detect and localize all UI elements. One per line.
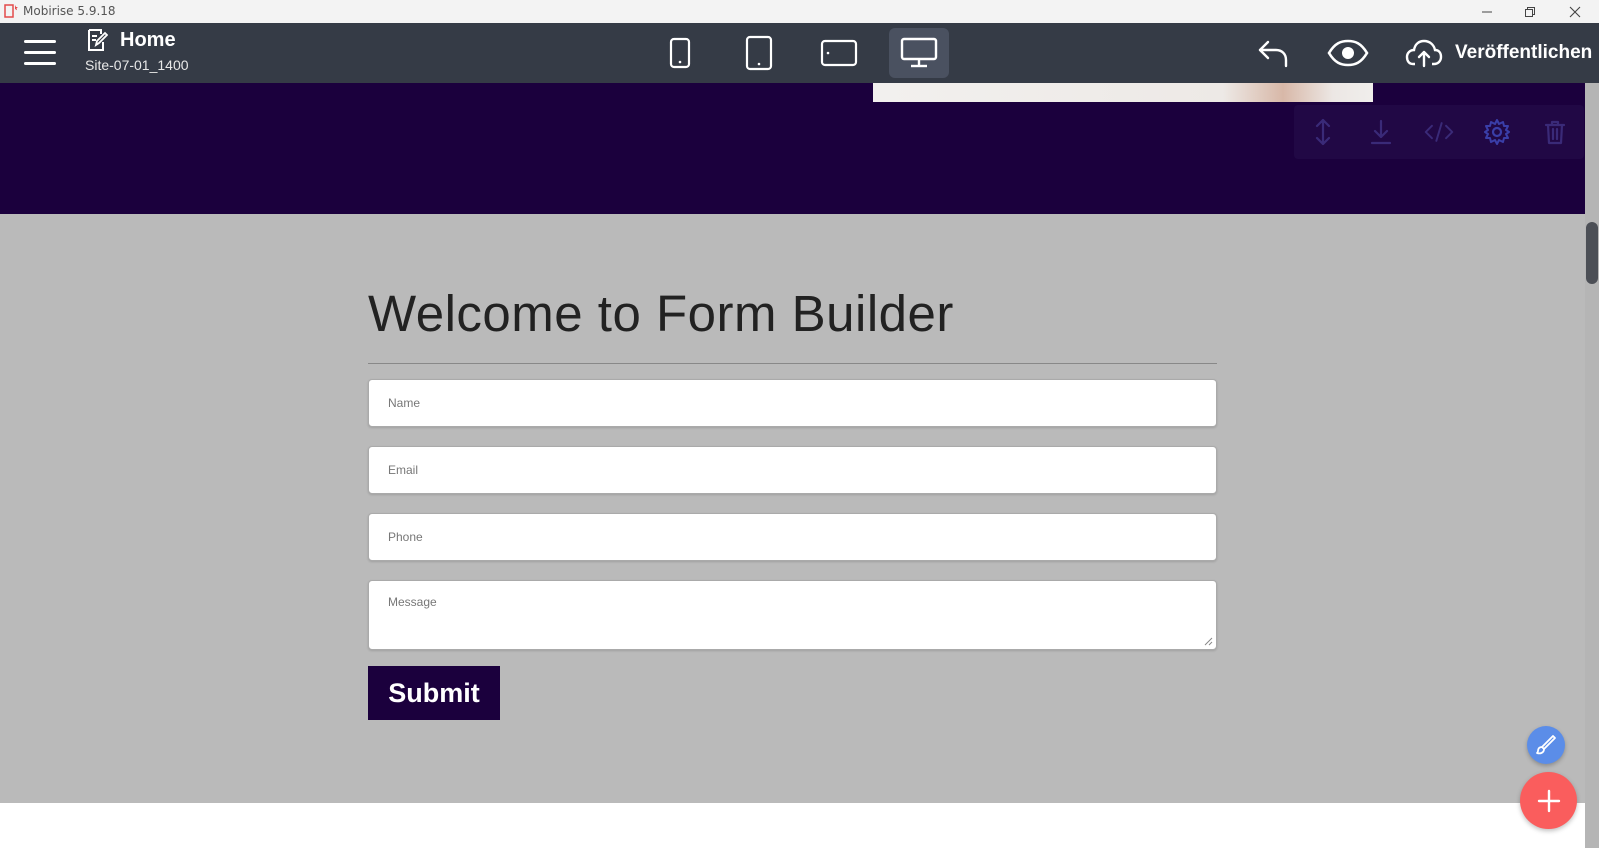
phone-input[interactable] (369, 514, 1216, 560)
message-field-wrapper (368, 580, 1217, 650)
app-logo-icon (4, 4, 18, 18)
device-tablet-landscape-button[interactable] (809, 28, 869, 78)
undo-icon (1258, 40, 1288, 68)
publish-label: Veröffentlichen (1455, 42, 1593, 63)
edit-page-icon (88, 29, 108, 51)
editor-canvas: Welcome to Form Builder Submit (0, 83, 1585, 848)
code-icon (1424, 122, 1454, 142)
form-title[interactable]: Welcome to Form Builder (368, 284, 954, 343)
close-button[interactable] (1553, 0, 1597, 23)
form-divider (368, 363, 1217, 364)
phone-field-wrapper (368, 513, 1217, 561)
block-settings-button[interactable] (1482, 117, 1512, 147)
hero-image[interactable] (873, 83, 1373, 102)
window-titlebar: Mobirise 5.9.18 (0, 0, 1599, 24)
scrollbar-thumb[interactable] (1586, 222, 1598, 284)
publish-button[interactable]: Veröffentlichen (1405, 31, 1592, 75)
message-textarea[interactable] (369, 581, 1216, 649)
editor-toolbar: Home Site-07-01_1400 Veröffentlichen (0, 23, 1599, 83)
minimize-button[interactable] (1465, 0, 1509, 23)
delete-block-button[interactable] (1540, 117, 1570, 147)
trash-icon (1544, 120, 1566, 145)
preview-button[interactable] (1327, 31, 1369, 75)
restore-icon (1525, 6, 1535, 17)
device-desktop-button[interactable] (889, 28, 949, 78)
window-title: Mobirise 5.9.18 (23, 4, 116, 18)
next-section-block[interactable] (0, 803, 1585, 848)
restore-button[interactable] (1508, 0, 1552, 23)
email-input[interactable] (369, 447, 1216, 493)
desktop-icon (900, 37, 938, 68)
name-field-wrapper (368, 379, 1217, 427)
form-section-block: Welcome to Form Builder Submit (0, 214, 1585, 803)
download-icon (1370, 119, 1392, 145)
gear-icon (1484, 119, 1510, 145)
device-phone-button[interactable] (650, 28, 710, 78)
brush-icon (1536, 735, 1556, 755)
move-block-button[interactable] (1308, 117, 1338, 147)
edit-styles-button[interactable] (1527, 726, 1565, 764)
move-icon (1315, 118, 1331, 146)
name-input[interactable] (369, 380, 1216, 426)
page-name[interactable]: Home (120, 29, 176, 52)
device-tablet-button[interactable] (729, 28, 789, 78)
hero-section-block[interactable] (0, 83, 1585, 214)
tablet-landscape-icon (820, 39, 858, 67)
tablet-icon (745, 35, 773, 71)
close-icon (1569, 6, 1581, 17)
resize-grip-icon[interactable] (1204, 637, 1213, 646)
site-name: Site-07-01_1400 (85, 57, 189, 73)
submit-button[interactable]: Submit (368, 666, 500, 720)
save-block-button[interactable] (1366, 117, 1396, 147)
add-block-button[interactable] (1520, 772, 1577, 829)
phone-icon (669, 37, 691, 69)
hamburger-menu-icon[interactable] (24, 40, 56, 66)
plus-icon (1537, 789, 1560, 812)
block-toolbar (1294, 105, 1584, 159)
eye-icon (1327, 39, 1369, 67)
minimize-icon (1482, 11, 1492, 12)
email-field-wrapper (368, 446, 1217, 494)
cloud-upload-icon (1405, 39, 1443, 68)
scrollbar[interactable] (1585, 83, 1599, 848)
undo-button[interactable] (1256, 31, 1290, 75)
code-editor-button[interactable] (1424, 117, 1454, 147)
